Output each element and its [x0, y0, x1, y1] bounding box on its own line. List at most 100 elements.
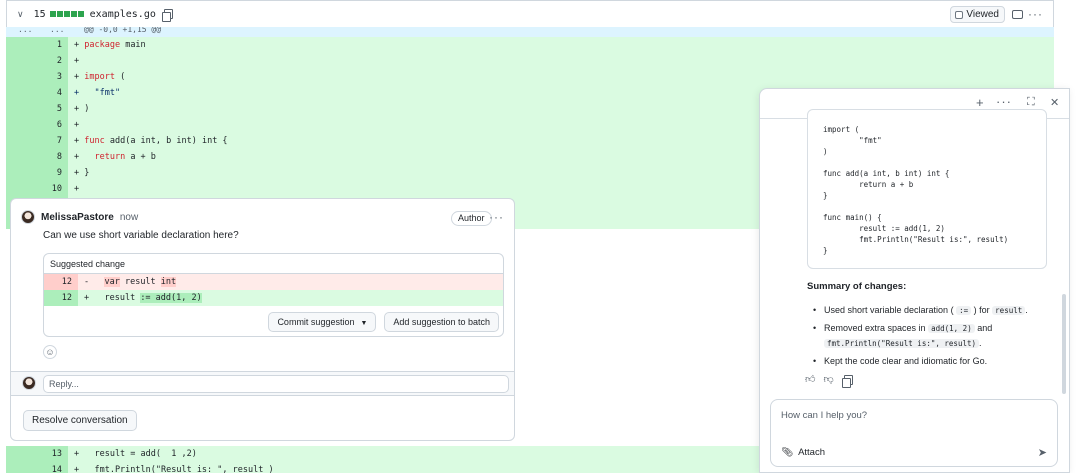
code-block: import ( "fmt" ) func add(a int, b int) …	[807, 109, 1047, 269]
reply-input[interactable]: Reply...	[43, 375, 509, 393]
keyword: var	[104, 277, 120, 287]
bullet-text: Used short variable declaration (	[824, 305, 954, 315]
avatar[interactable]	[21, 210, 35, 224]
keyword: import	[84, 72, 115, 82]
line-number[interactable]: 2	[6, 53, 68, 69]
bullet-text: Removed extra spaces in	[824, 323, 926, 333]
commit-suggestion-label: Commit suggestion	[277, 317, 355, 327]
keyword: func	[84, 136, 105, 146]
expand-icon[interactable]: ⛶	[1027, 96, 1035, 109]
paperclip-icon: 📎︎	[781, 447, 794, 458]
line-number: 12	[44, 290, 78, 306]
bullet-text: and	[977, 323, 993, 333]
code-line: + result := add(1, 2)	[84, 293, 202, 303]
viewed-checkbox[interactable]: Viewed	[950, 6, 1005, 23]
send-icon[interactable]: ➤	[1038, 446, 1047, 459]
avatar	[22, 376, 36, 390]
bullet-text: .	[1025, 305, 1028, 315]
thumbs-up-icon[interactable]: 👍︎	[805, 373, 815, 386]
copy-icon[interactable]	[841, 375, 853, 388]
type-keyword: int	[160, 277, 177, 287]
comment-time[interactable]: now	[120, 212, 138, 223]
line-number[interactable]: 8	[6, 149, 68, 165]
inline-code: result	[992, 306, 1026, 315]
code-text: +	[74, 40, 85, 50]
bullet-text: ) for	[973, 305, 990, 315]
diff-row: 3 + import (	[6, 69, 1054, 85]
file-name[interactable]: examples.go	[90, 9, 156, 20]
change-count: 15	[33, 8, 46, 20]
attach-button[interactable]: 📎︎ Attach	[781, 447, 825, 458]
diff-sign: +	[84, 293, 90, 303]
more-options-icon[interactable]: ···	[996, 94, 1012, 109]
copilot-chat-panel: + ··· ⛶ ✕ import ( "fmt" ) func add(a in…	[759, 88, 1070, 473]
scrollbar[interactable]	[1062, 294, 1066, 394]
attach-label: Attach	[798, 447, 825, 458]
thumbs-down-icon[interactable]: 👎︎	[823, 373, 833, 386]
more-options-icon[interactable]: ···	[1028, 7, 1043, 21]
code-line: + import (	[68, 69, 1054, 85]
emoji-reaction-icon[interactable]: ☺	[43, 345, 57, 359]
bullet-text: .	[979, 338, 982, 348]
added-expression: := add(1, 2)	[140, 293, 202, 303]
reply-area: Reply...	[11, 371, 514, 396]
feedback-row: 👍︎ 👎︎	[805, 373, 853, 388]
new-chat-icon[interactable]: +	[976, 95, 984, 110]
line-number[interactable]: 6	[6, 117, 68, 133]
code-line: + package main	[68, 37, 1054, 53]
code-line: +	[68, 53, 1054, 69]
line-number[interactable]: 10	[6, 181, 68, 197]
chat-input-box[interactable]: How can I help you? 📎︎ Attach ➤	[770, 399, 1058, 467]
viewed-label: Viewed	[966, 9, 999, 20]
line-number[interactable]: 13	[6, 446, 68, 462]
summary-list: Used short variable declaration ( := ) f…	[807, 303, 1062, 371]
hunk-range: @@ -0,0 +1,15 @@	[84, 27, 162, 34]
suggested-change-title: Suggested change	[44, 254, 503, 274]
commit-suggestion-button[interactable]: Commit suggestion ▼	[268, 312, 377, 332]
line-number[interactable]: 9	[6, 165, 68, 181]
copy-icon[interactable]	[161, 8, 173, 22]
close-icon[interactable]: ✕	[1050, 96, 1059, 109]
list-item: Removed extra spaces in add(1, 2) and fm…	[807, 321, 1062, 351]
hunk-header: ... ... @@ -0,0 +1,15 @@	[6, 27, 1054, 37]
comment-author[interactable]: MelissaPastore	[41, 212, 114, 223]
inline-code: fmt.Println("Result is:", result)	[824, 339, 980, 348]
comment-icon[interactable]	[1012, 10, 1023, 19]
hunk-new-prefix: ...	[50, 27, 65, 34]
suggestion-actions: Commit suggestion ▼ Add suggestion to bat…	[268, 312, 499, 332]
line-number[interactable]: 3	[6, 69, 68, 85]
author-badge: Author	[451, 211, 492, 226]
hunk-old-prefix: ...	[18, 27, 33, 34]
summary-title: Summary of changes:	[807, 281, 907, 292]
add-to-batch-button[interactable]: Add suggestion to batch	[384, 312, 499, 332]
chat-input-placeholder[interactable]: How can I help you?	[781, 410, 867, 421]
line-number[interactable]: 5	[6, 101, 68, 117]
inline-code: add(1, 2)	[928, 324, 975, 333]
comment-more-icon[interactable]: ···	[489, 210, 504, 224]
line-number[interactable]: 7	[6, 133, 68, 149]
keyword: package	[84, 40, 121, 50]
comment-author-row: MelissaPastore now	[21, 210, 138, 224]
diff-sign: -	[84, 277, 90, 287]
list-item: Kept the code clear and idiomatic for Go…	[807, 354, 1062, 368]
diffstat	[49, 11, 84, 17]
checkbox-icon[interactable]	[955, 10, 964, 19]
keyword: return	[94, 152, 126, 162]
inline-code: :=	[956, 306, 972, 315]
chevron-down-icon[interactable]: ∨	[17, 9, 24, 20]
suggestion-added-line: 12 + result := add(1, 2)	[44, 290, 503, 306]
file-header: ∨ 15 examples.go Viewed ···	[6, 0, 1054, 27]
suggested-change-box: Suggested change 12 - var result int 12 …	[43, 253, 504, 337]
line-number: 12	[44, 274, 78, 290]
diff-row: 1 + package main	[6, 37, 1054, 53]
code-line: - var result int	[84, 277, 177, 287]
bullet-text: Kept the code clear and idiomatic for Go…	[824, 356, 988, 366]
list-item: Used short variable declaration ( := ) f…	[807, 303, 1062, 318]
comment-body: Can we use short variable declaration he…	[43, 230, 239, 241]
line-number[interactable]: 4	[6, 85, 68, 101]
line-number[interactable]: 1	[6, 37, 68, 53]
line-number[interactable]: 14	[6, 462, 68, 473]
resolve-conversation-button[interactable]: Resolve conversation	[23, 410, 137, 431]
chevron-down-icon[interactable]: ▼	[360, 320, 367, 327]
suggestion-deleted-line: 12 - var result int	[44, 274, 503, 290]
